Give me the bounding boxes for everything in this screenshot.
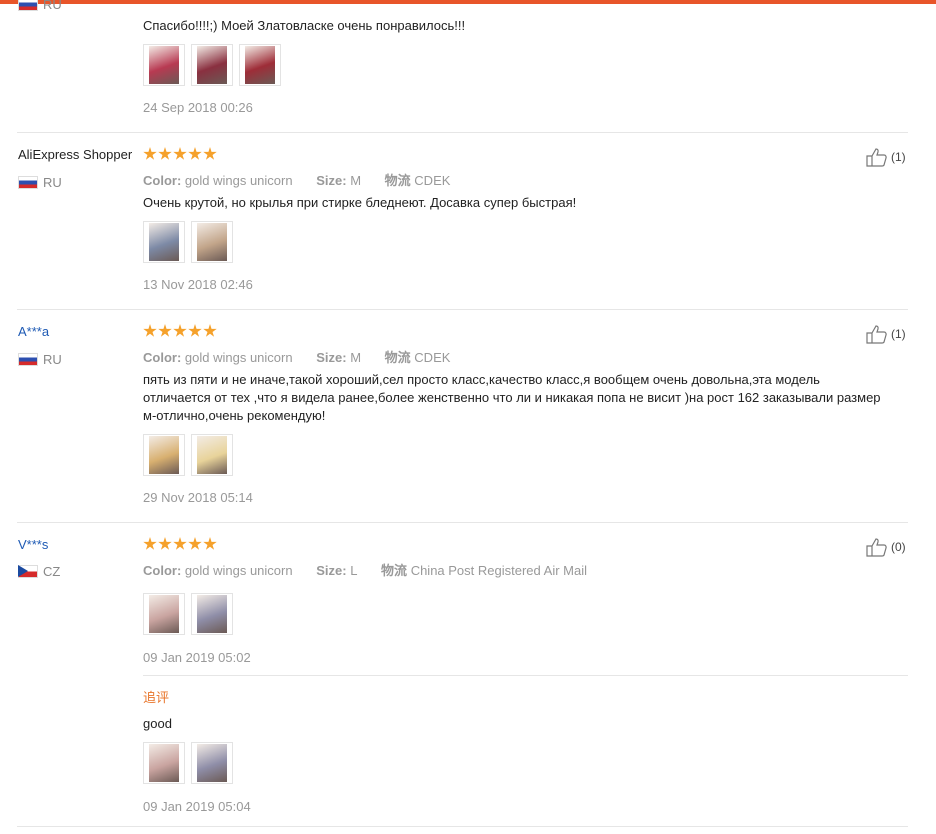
- review-photos: [143, 593, 233, 635]
- review-divider: [17, 522, 908, 523]
- helpful-button[interactable]: (0): [866, 537, 906, 557]
- review-text: пять из пяти и не иначе,такой хороший,се…: [143, 372, 881, 423]
- review-date: 13 Nov 2018 02:46: [143, 277, 253, 292]
- review-photos: [143, 221, 233, 263]
- helpful-button[interactable]: (1): [866, 147, 906, 167]
- additional-review-text: good: [143, 716, 172, 731]
- star-icon: [173, 324, 187, 337]
- shipping-value: China Post Registered Air Mail: [410, 563, 587, 578]
- review-photo-thumb[interactable]: [143, 221, 185, 263]
- flag-ru-icon: [18, 0, 38, 11]
- reviewer-name[interactable]: A***a: [18, 324, 49, 339]
- purchase-info: Color: gold wings unicorn Size: M 物流 CDE…: [143, 347, 450, 366]
- review-divider: [17, 826, 908, 827]
- review-photo-thumb[interactable]: [191, 742, 233, 784]
- review-date: 09 Jan 2019 05:02: [143, 650, 251, 665]
- size-value: M: [350, 173, 362, 188]
- thumbs-up-icon: [866, 325, 887, 344]
- helpful-count: (0): [891, 540, 906, 554]
- additional-review-date: 09 Jan 2019 05:04: [143, 799, 251, 814]
- purchase-info: Color: gold wings unicorn Size: L 物流 Chi…: [143, 560, 587, 579]
- star-icon: [143, 324, 157, 337]
- helpful-button[interactable]: (1): [866, 324, 906, 344]
- thumbs-up-icon: [866, 538, 887, 557]
- review-text: Спасибо!!!!;) Моей Златовласке очень пон…: [143, 18, 466, 33]
- reviewer-country: RU: [18, 0, 62, 12]
- review-date: 24 Sep 2018 00:26: [143, 100, 253, 115]
- purchase-info: Color: gold wings unicorn Size: M 物流 CDE…: [143, 170, 450, 189]
- color-label: Color:: [143, 350, 182, 365]
- star-icon: [143, 147, 157, 160]
- review-text: Очень крутой, но крылья при стирке бледн…: [143, 195, 577, 210]
- star-icon: [158, 147, 172, 160]
- additional-review-label: 追评: [143, 690, 170, 705]
- size-label: Size:: [316, 563, 347, 578]
- star-icon: [173, 537, 187, 550]
- flag-cz-icon: [18, 564, 38, 578]
- star-icon: [203, 537, 217, 550]
- star-icon: [188, 537, 202, 550]
- logistics-label: 物流: [384, 173, 411, 188]
- helpful-count: (1): [891, 150, 906, 164]
- logistics-label: 物流: [384, 350, 411, 365]
- star-icon: [158, 537, 172, 550]
- flag-ru-icon: [18, 352, 38, 366]
- page-top-accent-bar: [0, 0, 936, 4]
- review-photo-thumb[interactable]: [143, 742, 185, 784]
- color-value: gold wings unicorn: [184, 173, 293, 188]
- shipping-value: CDEK: [414, 350, 451, 365]
- star-icon: [158, 324, 172, 337]
- star-rating: [143, 324, 217, 340]
- review-photos: [143, 434, 233, 476]
- star-rating: [143, 537, 217, 553]
- review-photo-thumb[interactable]: [191, 434, 233, 476]
- size-label: Size:: [316, 173, 347, 188]
- thumbs-up-icon: [866, 148, 887, 167]
- size-value: M: [350, 350, 362, 365]
- review-divider: [17, 132, 908, 133]
- size-value: L: [350, 563, 358, 578]
- color-value: gold wings unicorn: [184, 563, 293, 578]
- review-photo-thumb[interactable]: [191, 221, 233, 263]
- star-icon: [203, 147, 217, 160]
- reviewer-name: AliExpress Shopper: [18, 147, 133, 162]
- reviewer-name[interactable]: V***s: [18, 537, 48, 552]
- review-divider: [17, 309, 908, 310]
- review-photos: [143, 44, 281, 86]
- star-rating: [143, 147, 217, 163]
- logistics-label: 物流: [381, 563, 408, 578]
- star-icon: [143, 537, 157, 550]
- color-label: Color:: [143, 173, 182, 188]
- reviewer-country: RU: [18, 175, 62, 190]
- star-icon: [173, 147, 187, 160]
- helpful-count: (1): [891, 327, 906, 341]
- star-icon: [188, 324, 202, 337]
- star-icon: [203, 324, 217, 337]
- review-photo-thumb[interactable]: [143, 434, 185, 476]
- additional-review-photos: [143, 742, 233, 784]
- additional-review-divider: [143, 675, 908, 676]
- review-photo-thumb[interactable]: [191, 593, 233, 635]
- shipping-value: CDEK: [414, 173, 451, 188]
- star-icon: [188, 147, 202, 160]
- reviewer-country: CZ: [18, 564, 60, 579]
- size-label: Size:: [316, 350, 347, 365]
- review-date: 29 Nov 2018 05:14: [143, 490, 253, 505]
- reviewer-country: RU: [18, 352, 62, 367]
- flag-ru-icon: [18, 175, 38, 189]
- review-photo-thumb[interactable]: [143, 44, 185, 86]
- review-photo-thumb[interactable]: [143, 593, 185, 635]
- color-value: gold wings unicorn: [184, 350, 293, 365]
- color-label: Color:: [143, 563, 182, 578]
- review-photo-thumb[interactable]: [191, 44, 233, 86]
- review-photo-thumb[interactable]: [239, 44, 281, 86]
